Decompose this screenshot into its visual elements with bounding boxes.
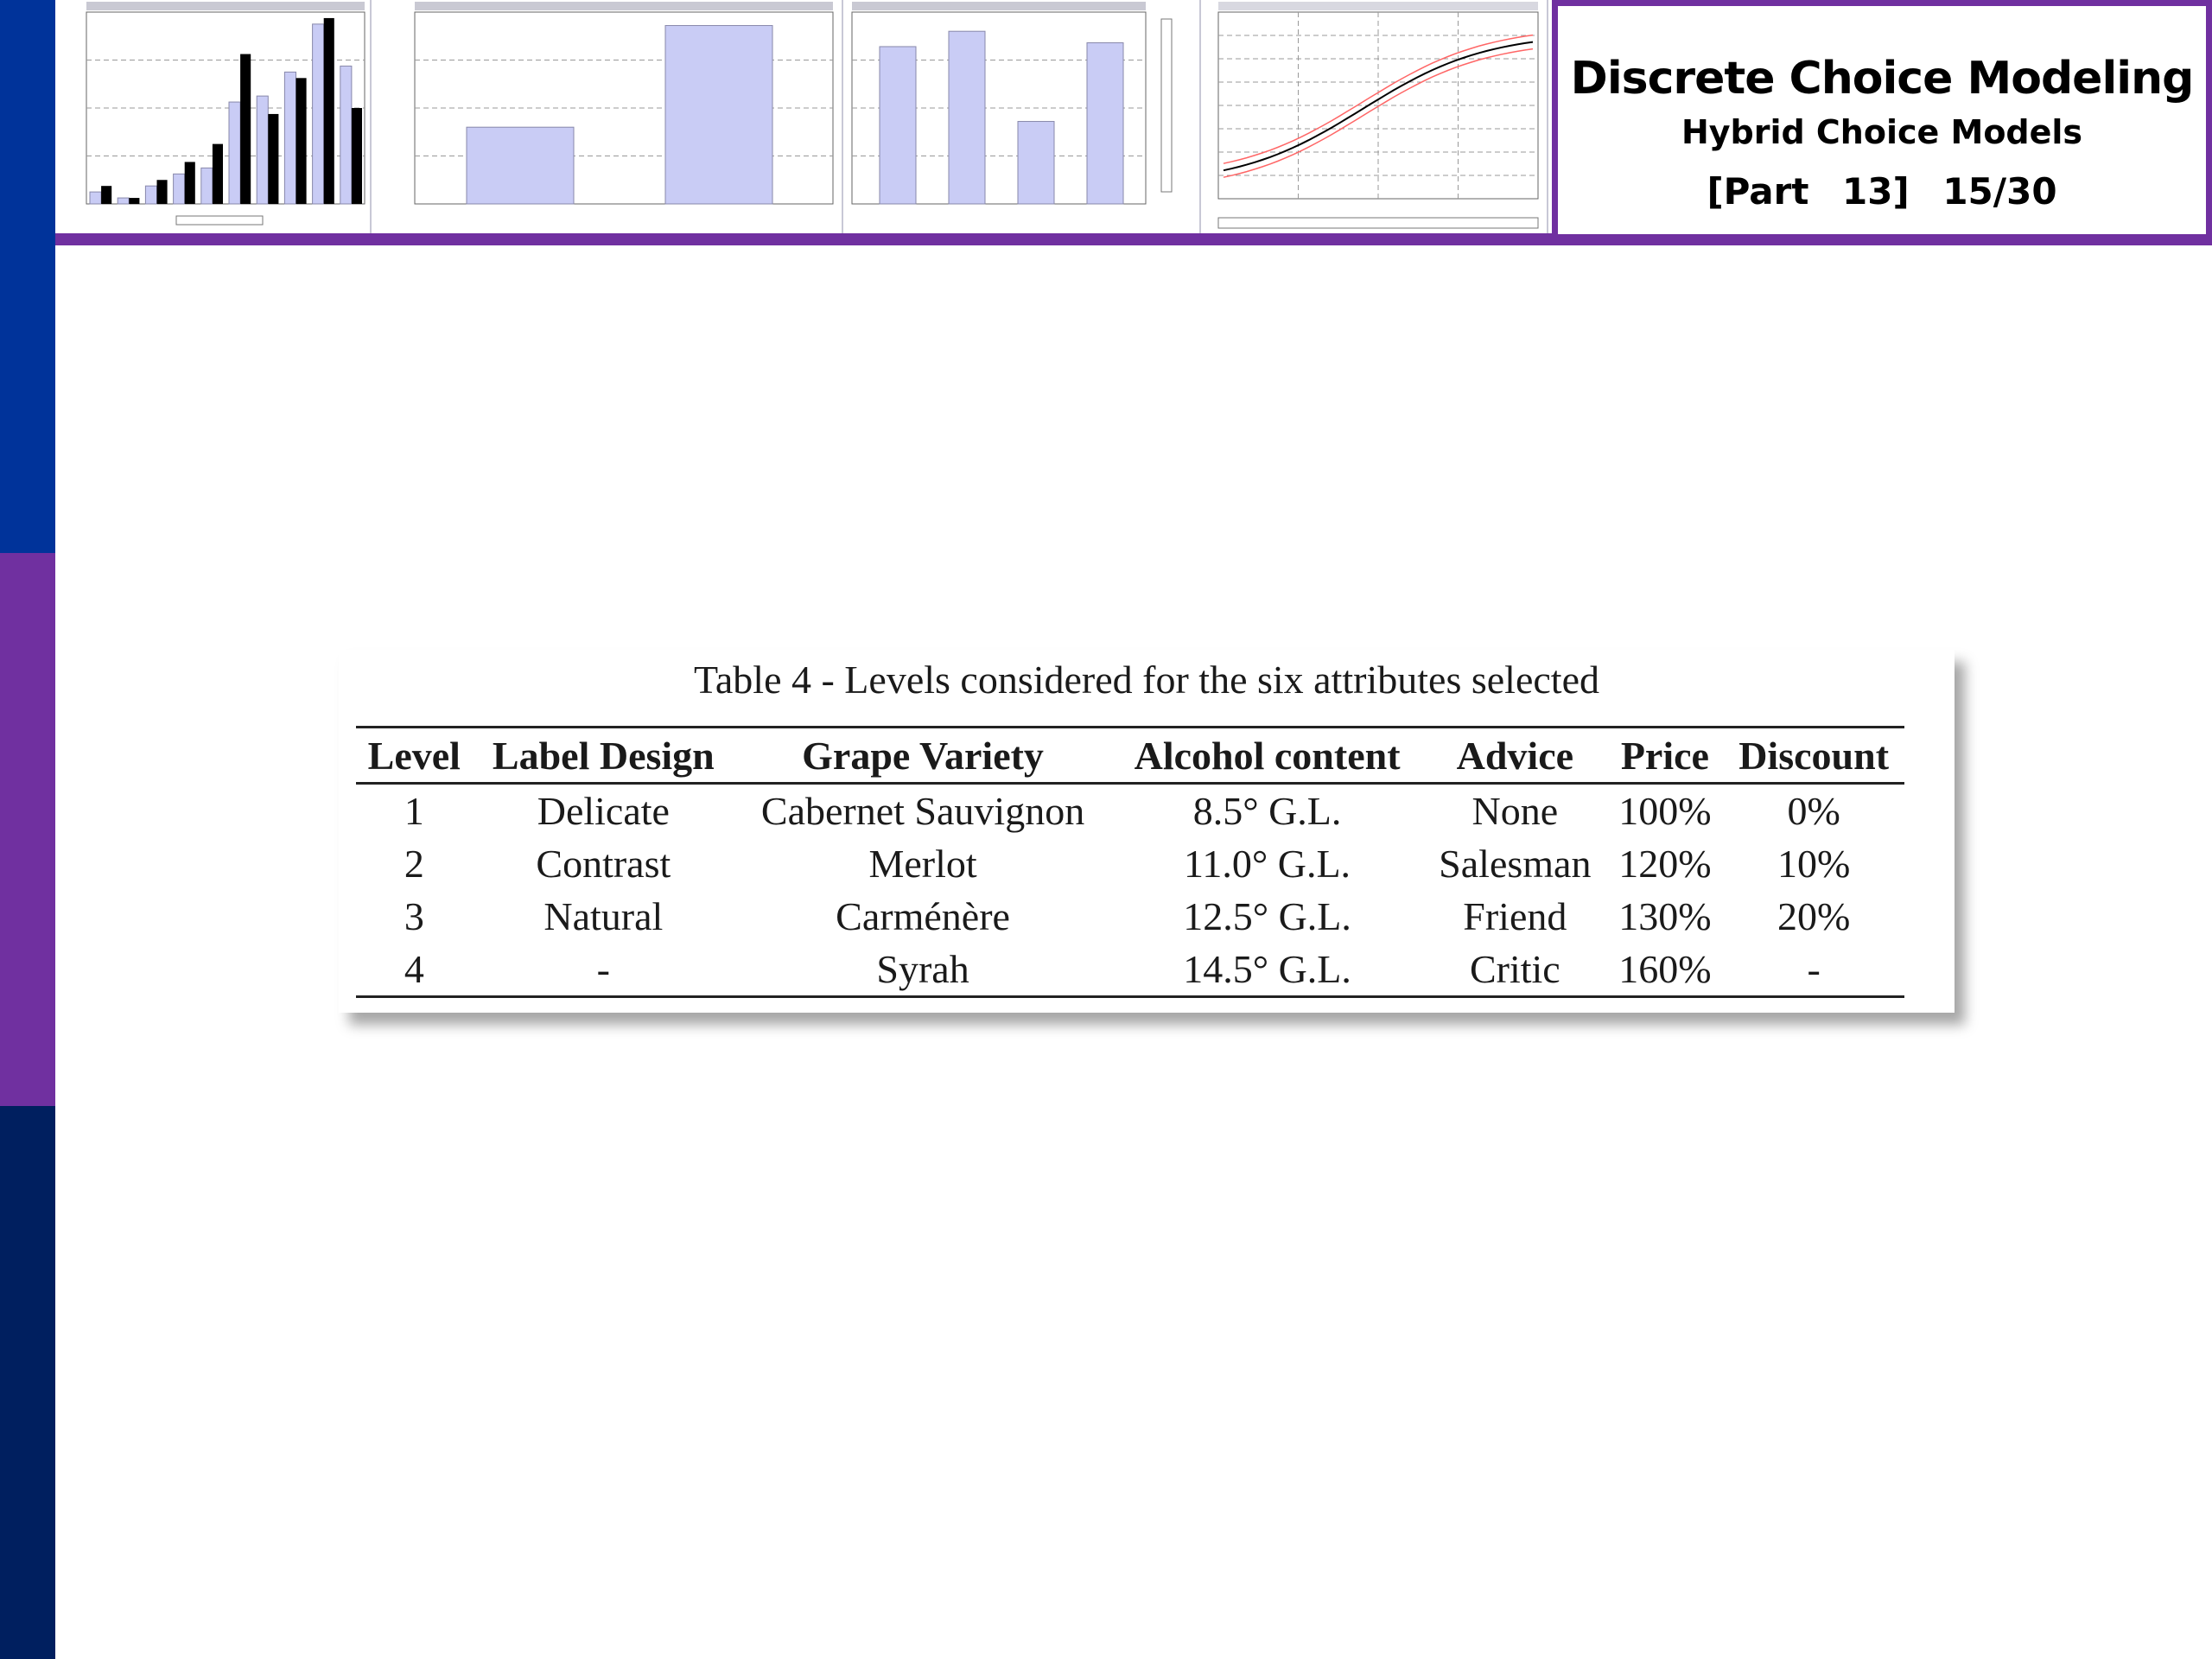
table-cell: - — [1807, 947, 1821, 991]
bar-chart-bar — [948, 30, 986, 205]
table-caption: Table 4 - Levels considered for the six … — [693, 658, 1599, 702]
histogram-bar-light — [228, 101, 241, 205]
header-banner: Discrete Choice Modeling Hybrid Choice M… — [55, 0, 2212, 245]
thumbnail-legend — [175, 215, 264, 226]
table-cell: Cabernet Sauvignon — [760, 789, 1085, 833]
histogram-bar-light — [256, 95, 269, 205]
table-cell: - — [596, 947, 610, 991]
table-cell: 11.0° G.L. — [1184, 842, 1351, 886]
table-cell: 1 — [404, 789, 424, 833]
slide-title: Discrete Choice Modeling — [1570, 53, 2195, 105]
histogram-bar-light — [340, 65, 353, 205]
bar-chart-thumbnail-2-chart — [851, 2, 1173, 205]
table-cell: 12.5° G.L. — [1183, 894, 1351, 938]
table-row: 2 Contrast Merlot 11.0° G.L. Salesman 12… — [356, 837, 1904, 890]
histogram-bar-dark — [156, 180, 168, 204]
thumbnail-title-bar — [86, 2, 365, 10]
table-cell: Critic — [1469, 947, 1560, 991]
slide-part-indicator: [Part 13] 15/30 — [1558, 170, 2206, 213]
table-cell: 10% — [1777, 842, 1851, 886]
table-row: 4 - Syrah 14.5° G.L. Critic 160% - — [356, 943, 1904, 997]
table-cell: Natural — [543, 894, 664, 938]
table-cell: 14.5° G.L. — [1183, 947, 1351, 991]
table-cell: Salesman — [1439, 842, 1592, 886]
table-cell: Merlot — [868, 842, 977, 886]
thumbnail-title-bar — [852, 2, 1146, 10]
histogram-thumbnail — [55, 0, 372, 233]
histogram-bar-light — [200, 167, 213, 205]
histogram-bar-light — [312, 23, 325, 205]
column-header-alcohol-content: Alcohol content — [1134, 733, 1401, 778]
table-cell: None — [1471, 789, 1559, 833]
side-bar-navy-segment — [0, 1106, 55, 1659]
table-cell: 160% — [1618, 947, 1712, 991]
bar-chart-bar — [664, 25, 773, 205]
histogram-bar-light — [117, 197, 130, 205]
histogram-bar-light — [283, 71, 296, 205]
slide-subtitle: Hybrid Choice Models — [1681, 113, 2083, 151]
histogram-bar-dark — [240, 54, 251, 204]
side-bar-blue-segment — [0, 0, 55, 553]
attributes-levels-table: Level Label Design Grape Variety Alcohol… — [356, 726, 1904, 998]
table-row: 1 Delicate Cabernet Sauvignon 8.5° G.L. … — [356, 784, 1904, 838]
bar-chart-thumbnail-1-chart — [414, 2, 834, 205]
table-cell: Delicate — [537, 789, 670, 833]
page-counter: 15/30 — [1942, 170, 2057, 213]
histogram-bar-dark — [129, 198, 140, 204]
bar-chart-bar — [1086, 42, 1124, 205]
table-cell: 8.5° G.L. — [1192, 789, 1342, 833]
histogram-bar-dark — [212, 143, 223, 204]
table-cell: 0% — [1787, 789, 1840, 833]
column-header-grape-variety: Grape Variety — [802, 733, 1044, 778]
bar-chart-thumbnail-2 — [843, 0, 1201, 233]
histogram-thumbnail-chart — [86, 2, 365, 226]
histogram-bar-light — [173, 173, 186, 205]
table-cell: 2 — [404, 842, 424, 886]
partial-effects-thumbnail-chart — [1217, 2, 1539, 229]
thumbnail-side-label — [1160, 18, 1173, 193]
table-cell: 130% — [1618, 894, 1712, 938]
table-figure: Table 4 - Levels considered for the six … — [339, 650, 1955, 1013]
table-cell: Carménère — [836, 894, 1010, 938]
thumbnail-title-bar — [415, 2, 833, 10]
table-cell: 100% — [1618, 789, 1712, 833]
bar-chart-thumbnail-1 — [372, 0, 843, 233]
header-thumbnail-strip — [55, 0, 1548, 233]
histogram-bar-dark — [101, 186, 112, 204]
table-cell: Contrast — [536, 842, 671, 886]
column-header-price: Price — [1620, 733, 1709, 778]
bar-chart-bar — [879, 46, 917, 205]
table-cell: Friend — [1463, 894, 1567, 938]
histogram-bar-dark — [268, 113, 279, 204]
table-header-row: Level Label Design Grape Variety Alcohol… — [356, 727, 1904, 784]
table-cell: 3 — [404, 894, 424, 938]
partial-effects-thumbnail — [1201, 0, 1548, 233]
part-label: [Part 13] — [1707, 170, 1910, 213]
histogram-bar-light — [144, 185, 158, 205]
bar-chart-bar — [1017, 121, 1055, 205]
column-header-level: Level — [367, 733, 461, 778]
side-bar-purple-segment — [0, 553, 55, 1106]
histogram-bar-dark — [351, 108, 362, 204]
table-cell: Syrah — [876, 947, 969, 991]
table-cell: 4 — [404, 947, 424, 991]
column-header-label-design: Label Design — [492, 733, 715, 778]
slide-title-box: Discrete Choice Modeling Hybrid Choice M… — [1552, 0, 2212, 240]
thumbnail-legend — [1217, 217, 1539, 229]
thumbnail-title-bar — [1218, 2, 1538, 10]
column-header-advice: Advice — [1456, 733, 1574, 778]
histogram-bar-dark — [323, 17, 334, 204]
bar-chart-bar — [466, 126, 575, 205]
side-color-bar — [0, 0, 55, 1659]
histogram-bar-dark — [184, 162, 195, 204]
table-cell: 20% — [1777, 894, 1851, 938]
table-cell: 120% — [1618, 842, 1712, 886]
histogram-bar-light — [89, 191, 102, 205]
column-header-discount: Discount — [1738, 733, 1890, 778]
table-row: 3 Natural Carménère 12.5° G.L. Friend 13… — [356, 890, 1904, 943]
histogram-bar-dark — [296, 78, 307, 204]
